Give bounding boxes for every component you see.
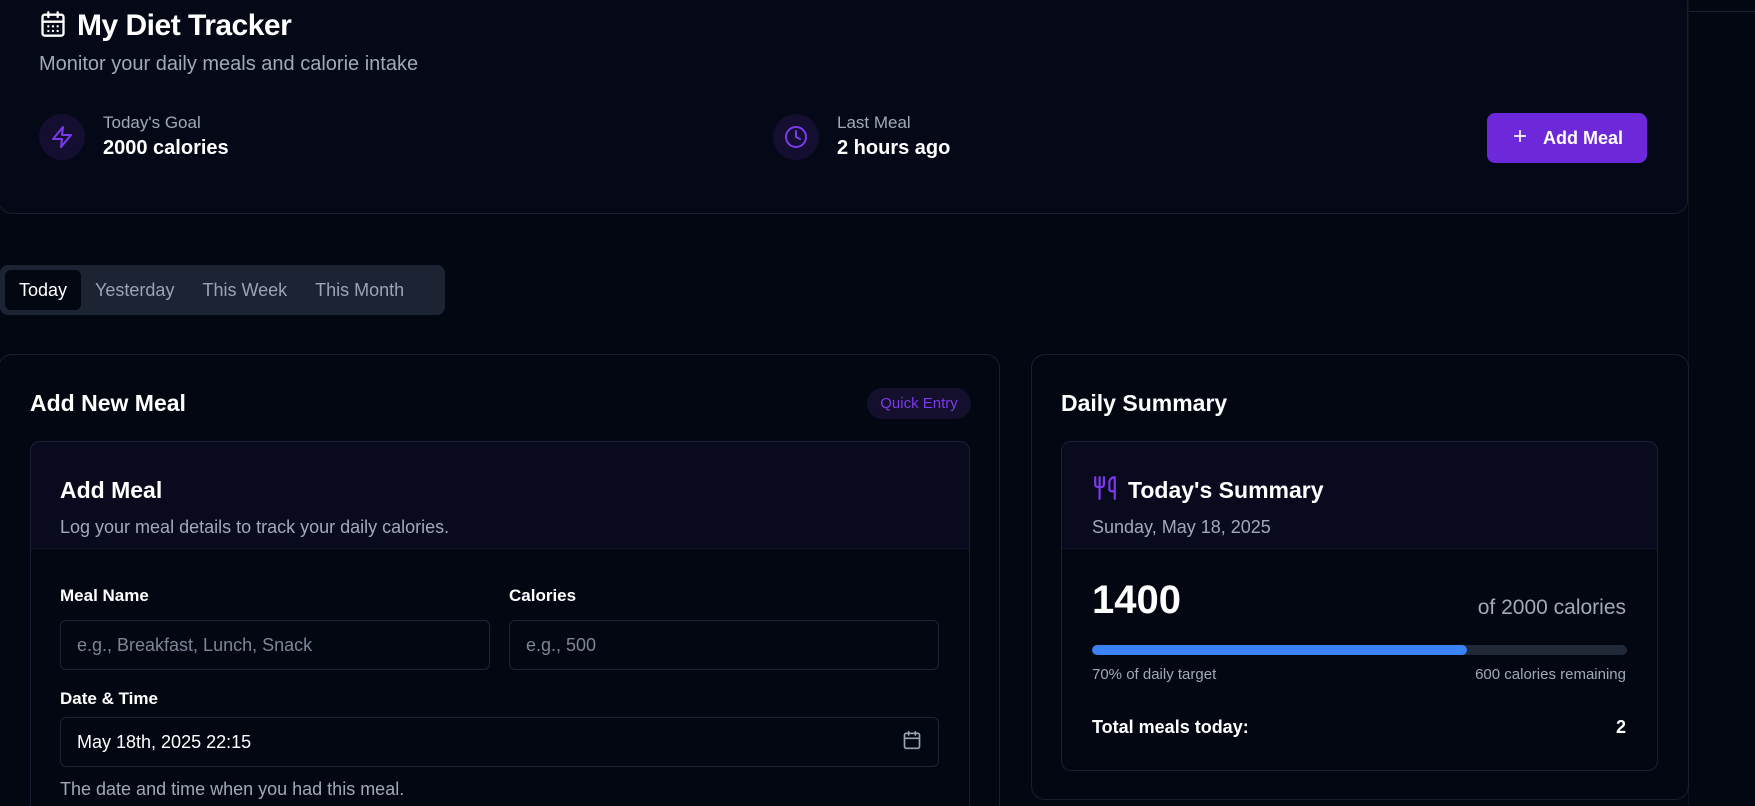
add-meal-button[interactable]: Add Meal (1487, 113, 1647, 163)
calories-placeholder: e.g., 500 (526, 634, 597, 655)
period-tabs: Today Yesterday This Week This Month (0, 265, 445, 315)
calorie-progress-bar (1092, 645, 1627, 655)
goal-value: 2000 calories (103, 137, 229, 159)
form-card-description: Log your meal details to track your dail… (60, 517, 450, 537)
meal-name-label: Meal Name (60, 586, 149, 605)
add-meal-panel-title: Add New Meal (30, 390, 186, 416)
datetime-helper: The date and time when you had this meal… (60, 779, 405, 799)
total-meals-value: 2 (1615, 717, 1626, 737)
calories-consumed: 1400 (1092, 578, 1181, 622)
summary-card-title-row: Today's Summary (1092, 475, 1324, 506)
calories-label: Calories (509, 586, 577, 605)
meal-name-input[interactable]: e.g., Breakfast, Lunch, Snack (60, 620, 490, 670)
goal-stat: Today's Goal 2000 calories (39, 113, 229, 160)
clock-icon (773, 113, 819, 160)
calories-of-total: of 2000 calories (1477, 596, 1626, 619)
calories-input[interactable]: e.g., 500 (509, 620, 939, 670)
page-title: My Diet Tracker (77, 9, 292, 42)
tab-today[interactable]: Today (5, 270, 82, 310)
header-card: My Diet Tracker Monitor your daily meals… (0, 0, 1688, 214)
percent-of-target: 70% of daily target (1092, 666, 1217, 683)
page-subtitle: Monitor your daily meals and calorie int… (39, 53, 419, 75)
utensils-icon (1092, 475, 1118, 506)
tab-yesterday[interactable]: Yesterday (81, 270, 188, 310)
calendar-icon (902, 730, 922, 755)
calorie-progress-fill (1092, 645, 1467, 655)
goal-label: Today's Goal (103, 113, 201, 132)
total-meals-label: Total meals today: (1092, 717, 1249, 737)
plus-icon (1511, 127, 1529, 150)
form-card-title: Add Meal (60, 477, 163, 503)
datetime-value: May 18th, 2025 22:15 (77, 731, 252, 752)
app-title-group: My Diet Tracker (39, 9, 292, 43)
last-meal-stat: Last Meal 2 hours ago (773, 113, 950, 160)
add-meal-button-label: Add Meal (1542, 127, 1623, 148)
zap-icon (39, 113, 85, 160)
meal-name-placeholder: e.g., Breakfast, Lunch, Snack (77, 634, 313, 655)
datetime-picker[interactable]: May 18th, 2025 22:15 (60, 717, 939, 767)
daily-summary-title: Daily Summary (1061, 390, 1228, 416)
calendar-icon (39, 10, 67, 43)
summary-date: Sunday, May 18, 2025 (1092, 517, 1271, 537)
quick-entry-badge: Quick Entry (867, 388, 971, 419)
calories-remaining: 600 calories remaining (1475, 666, 1626, 683)
datetime-label: Date & Time (60, 689, 158, 708)
last-meal-label: Last Meal (837, 113, 911, 132)
last-meal-value: 2 hours ago (837, 137, 951, 159)
summary-card-title: Today's Summary (1128, 477, 1324, 503)
tab-this-month[interactable]: This Month (301, 270, 418, 310)
tab-this-week[interactable]: This Week (188, 270, 301, 310)
